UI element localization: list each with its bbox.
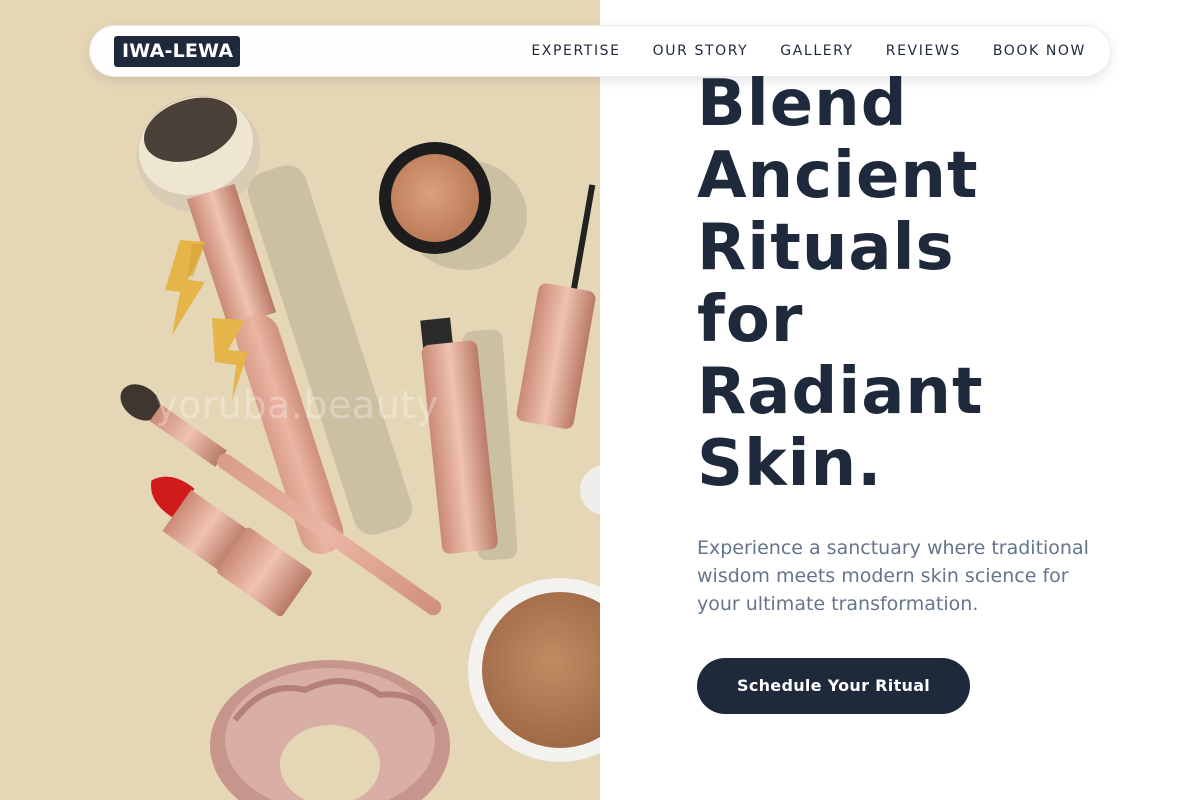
hero-image: yoruba.beauty — [0, 0, 600, 800]
hero-headline: Blend Ancient Rituals for Radiant Skin. — [697, 68, 1127, 500]
headline-line: Radiant — [697, 355, 984, 429]
headline-line: Ancient — [697, 139, 979, 213]
headline-line: Rituals — [697, 211, 955, 285]
nav-link-book-now[interactable]: BOOK NOW — [993, 43, 1086, 59]
nav-links: EXPERTISE OUR STORY GALLERY REVIEWS BOOK… — [531, 43, 1086, 59]
schedule-ritual-button[interactable]: Schedule Your Ritual — [697, 658, 971, 714]
headline-line: Skin. — [697, 427, 883, 501]
headline-line: for — [697, 283, 804, 357]
nav-link-expertise[interactable]: EXPERTISE — [531, 43, 620, 59]
nav-link-reviews[interactable]: REVIEWS — [886, 43, 961, 59]
nav-link-our-story[interactable]: OUR STORY — [653, 43, 749, 59]
headline-line: Blend — [697, 67, 908, 141]
brand-logo[interactable]: IWA-LEWA — [114, 35, 241, 67]
hero-content: Blend Ancient Rituals for Radiant Skin. … — [697, 68, 1127, 714]
image-watermark: yoruba.beauty — [155, 383, 439, 427]
nav-link-gallery[interactable]: GALLERY — [780, 43, 853, 59]
hero-subtext: Experience a sanctuary where traditional… — [697, 537, 1089, 615]
